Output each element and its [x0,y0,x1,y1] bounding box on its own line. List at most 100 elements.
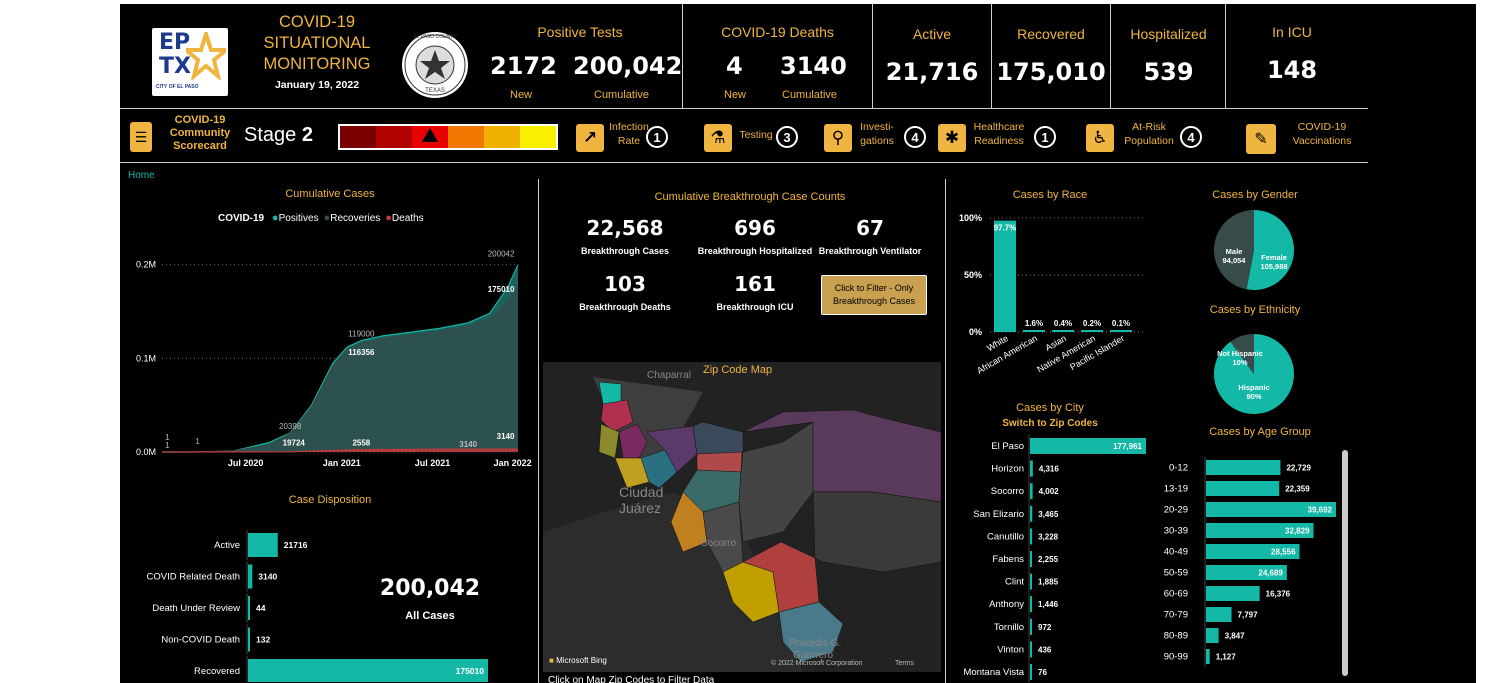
y-tick-label: 0.0M [136,447,156,457]
wheelchair-icon[interactable]: ♿ [1086,124,1114,152]
report-date: January 19, 2022 [274,79,360,91]
icu-value: 148 [1266,56,1318,84]
ethnicity-pie: Hispanic90% Not Hispanic10% [1214,334,1294,414]
legend-item[interactable]: ●Recoveries [324,212,381,224]
title-line-3: MONITORING [263,55,371,73]
switch-to-zip-link[interactable]: Switch to Zip Codes [980,418,1120,429]
bar[interactable] [1030,618,1032,635]
bar[interactable] [1030,573,1032,590]
legend-label: Recoveries [330,213,381,224]
bar[interactable] [1030,505,1033,522]
bar[interactable] [1206,607,1232,622]
city-chart: El Paso 177,961 Horizon 4,316 Socorro 4,002 Sa… [963,435,1146,682]
bar-value-label: 0.2% [1083,319,1101,328]
scorecard-item-label[interactable]: Investi-gations [852,120,902,148]
scorecard-line-1: COVID-19 [174,114,226,126]
legend-dot: ● [385,212,392,224]
bar[interactable] [1206,628,1219,643]
bar-value-label: 177,961 [1113,442,1142,451]
flask-icon[interactable]: ⚗ [704,124,732,152]
dashboard-title: COVID-19 SITUATIONAL MONITORING January … [252,12,382,91]
bar[interactable] [1206,649,1210,664]
chart-icon[interactable]: ↗ [576,124,604,152]
bar[interactable] [248,596,250,620]
category-label: 20-29 [1164,505,1188,516]
map-label-chaparral: Chaparral [647,370,691,381]
positive-cum-label: Cumulative [594,89,650,101]
bar[interactable] [994,220,1016,332]
ethnicity-title: Cases by Ethnicity [1209,304,1301,316]
bar[interactable] [1030,528,1033,545]
y-tick-label: 0% [969,327,982,337]
scorecard-label[interactable]: COVID-19 Community Scorecard [160,114,240,153]
bar-value-label: 24,689 [1258,569,1283,578]
bar[interactable] [1030,596,1032,613]
bar[interactable] [1023,330,1045,332]
magnifier-icon[interactable]: ⚲ [824,124,852,152]
scorecard-item-label[interactable]: Healthcare Readiness [968,120,1030,148]
scorecard-item-line-2: Population [1124,135,1174,147]
map-label-praxedis-1: Praxedis G. [789,638,842,649]
bar[interactable] [1206,586,1260,601]
race-chart: 0%50%100%97.7%White1.6%African American0… [959,213,1146,376]
icu-title: In ICU [1272,24,1312,40]
title-line-1: COVID-19 [278,13,356,31]
bar-value-label: 28,556 [1271,548,1296,557]
breakthrough-value: 161 [734,272,776,296]
data-label: 19724 [283,439,306,448]
bar[interactable] [1030,551,1032,567]
bar[interactable] [1052,330,1074,332]
stage-number: 2 [301,124,313,146]
dashboard: EP TX CITY OF EL PASO COVID-19 SITUATION… [120,4,1476,683]
legend-item[interactable]: ●Positives [272,212,319,224]
category-label: Death Under Review [152,603,240,614]
level-segment [376,126,412,148]
syringe-icon[interactable]: ✎ [1246,124,1276,154]
bar[interactable] [248,564,253,589]
map-label-ciudad: Ciudad [619,484,664,500]
scorecard-item-score: 1 [1034,126,1056,148]
bar[interactable] [1030,664,1032,680]
x-tick-label: Jan 2021 [323,458,361,468]
bar[interactable] [1206,481,1280,496]
title-line-2: SITUATIONAL [263,34,371,52]
bar-value-label: 436 [1038,645,1052,654]
category-label: 70-79 [1164,610,1188,621]
category-label: San Elizario [973,509,1024,520]
bar-value-label: 1,446 [1038,600,1059,609]
bar[interactable] [1030,483,1033,500]
bar[interactable] [248,659,488,682]
bar[interactable] [1206,460,1281,475]
city-title: Cases by City [1016,402,1084,414]
bar[interactable] [248,533,278,557]
zip-code-map[interactable]: Zip Code Map Chaparral Ciudad Juárez Soc… [543,362,941,672]
bar[interactable] [248,627,250,652]
bar-value-label: 2,255 [1038,555,1059,564]
scorecard-item-label[interactable]: Testing [734,128,778,142]
series-area-recoveries[interactable] [162,288,518,452]
data-label: 119000 [348,330,375,339]
vaccinations-link[interactable]: COVID-19 Vaccinations [1282,120,1362,148]
category-label: 50-59 [1164,568,1188,579]
bar[interactable] [1081,330,1103,332]
bar-value-label: 3,847 [1225,632,1246,641]
clipboard-icon[interactable]: ☰ [130,122,152,152]
level-segment [484,126,520,148]
age-scrollbar[interactable] [1342,450,1348,676]
cumulative-title: Cumulative Cases [285,188,375,200]
category-label: Active [214,540,240,551]
bar[interactable] [1030,641,1032,658]
level-segment [448,126,484,148]
scorecard-item-label[interactable]: At-Risk Population [1116,120,1182,148]
bar[interactable] [1110,330,1132,332]
legend-item[interactable]: ●Deaths [385,212,423,224]
data-label: 2558 [352,439,370,448]
medical-icon[interactable]: ✱ [938,124,966,152]
map-terms-link[interactable]: Terms [895,660,914,667]
scorecard-item-line-1: Testing [739,129,773,141]
bar[interactable] [1030,460,1033,477]
legend-label: Positives [278,213,319,224]
x-tick-label: Jul 2020 [228,458,264,468]
breakthrough-filter-button[interactable]: Click to Filter - Only Breakthrough Case… [821,275,927,315]
home-link[interactable]: Home [128,170,155,181]
